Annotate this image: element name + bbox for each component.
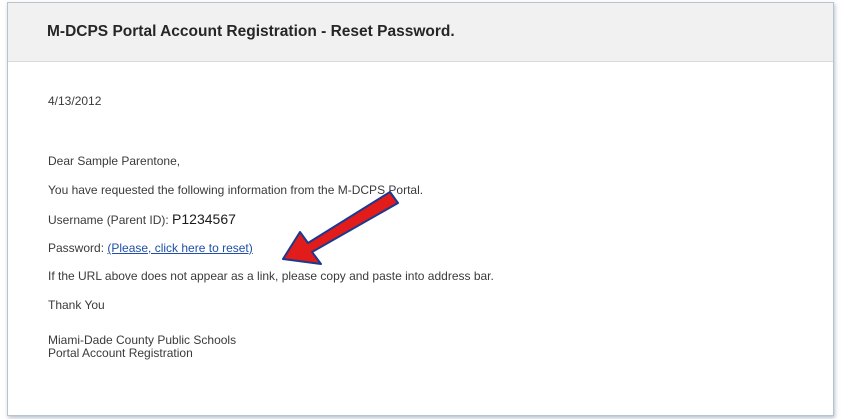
- email-intro: You have requested the following informa…: [48, 183, 424, 197]
- reset-password-link[interactable]: (Please, click here to reset): [107, 241, 252, 255]
- email-frame: M-DCPS Portal Account Registration - Res…: [7, 2, 834, 416]
- signature-line-1: Miami-Dade County Public Schools: [48, 333, 237, 347]
- parent-id-value: P1234567: [172, 211, 236, 227]
- password-label: Password:: [48, 241, 108, 255]
- username-label: Username (Parent ID):: [48, 213, 173, 227]
- signature-line-2: Portal Account Registration: [48, 346, 193, 360]
- email-date: 4/13/2012: [48, 94, 102, 108]
- password-line: Password: (Please, click here to reset): [48, 241, 253, 255]
- email-greeting: Dear Sample Parentone,: [48, 154, 181, 168]
- email-title: M-DCPS Portal Account Registration - Res…: [47, 23, 455, 40]
- email-header: M-DCPS Portal Account Registration - Res…: [8, 3, 833, 62]
- thank-you-text: Thank You: [48, 298, 105, 312]
- username-line: Username (Parent ID): P1234567: [48, 211, 236, 227]
- url-note: If the URL above does not appear as a li…: [48, 269, 494, 283]
